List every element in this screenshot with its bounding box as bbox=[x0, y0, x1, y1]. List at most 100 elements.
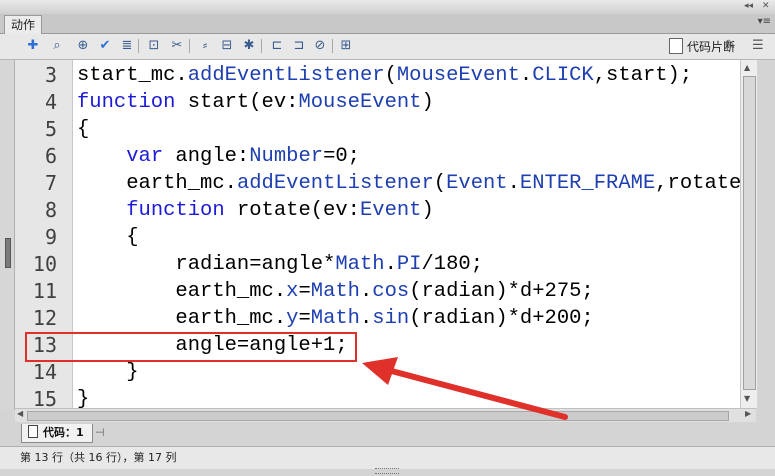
code-token: ENTER_FRAME bbox=[519, 172, 656, 195]
line-number: 9 bbox=[44, 225, 57, 249]
code-token: Event bbox=[359, 199, 422, 222]
tab-actions[interactable]: 动作 bbox=[4, 15, 42, 34]
code-line[interactable]: { bbox=[77, 224, 138, 251]
show-hide-toolbox-icon[interactable]: ⊞ bbox=[337, 37, 355, 55]
code-line[interactable]: function rotate(ev:Event) bbox=[77, 197, 434, 224]
scroll-right-icon[interactable]: ▶ bbox=[745, 409, 751, 418]
apply-line-comment-icon[interactable]: ⊐ bbox=[290, 37, 308, 55]
code-token: start(ev: bbox=[175, 91, 299, 114]
toolbar-divider bbox=[138, 39, 139, 53]
code-line[interactable]: earth_mc.y=Math.sin(radian)*d+200; bbox=[77, 305, 594, 332]
show-code-hint-icon[interactable]: ⊡ bbox=[145, 37, 163, 55]
line-number: 3 bbox=[44, 63, 57, 87]
panel-options-icon[interactable]: ▾≡ bbox=[758, 16, 771, 27]
wand-icon[interactable]: ✎ bbox=[725, 37, 736, 55]
code-token: radian=angle* bbox=[77, 253, 336, 276]
line-number: 12 bbox=[32, 306, 57, 330]
code-token: (radian)*d+200; bbox=[409, 307, 594, 330]
status-bar: 第 13 行（共 16 行），第 17 列 bbox=[0, 446, 775, 469]
code-token: y bbox=[286, 307, 299, 330]
code-token: CLICK bbox=[532, 64, 594, 87]
scroll-left-icon[interactable]: ◀ bbox=[17, 409, 23, 418]
tab-code-label: 代码：1 bbox=[43, 426, 84, 439]
code-token: { bbox=[77, 118, 90, 141]
code-token: earth_mc. bbox=[77, 280, 287, 303]
toolbar-divider bbox=[332, 39, 333, 53]
line-number: 11 bbox=[32, 279, 57, 303]
code-token: ( bbox=[433, 172, 447, 195]
code-token: addEventListener bbox=[187, 64, 385, 87]
line-number: 8 bbox=[44, 198, 57, 222]
close-icon[interactable]: ✕ bbox=[762, 0, 770, 12]
code-line[interactable]: { bbox=[77, 116, 89, 143]
panel-tab-row: 动作 ▾≡ bbox=[0, 14, 775, 34]
code-token: function bbox=[77, 91, 176, 114]
pin-script-icon[interactable]: ⊣ bbox=[95, 426, 105, 439]
code-line[interactable]: start_mc.addEventListener(MouseEvent.CLI… bbox=[77, 62, 692, 89]
code-token: Math bbox=[310, 280, 360, 303]
code-line[interactable]: radian=angle*Math.PI/180; bbox=[77, 251, 483, 278]
vertical-scrollbar[interactable]: ▲ ▼ bbox=[740, 60, 757, 408]
annotation-arrow bbox=[362, 357, 568, 420]
panel-menu-icon[interactable]: ☰ bbox=[752, 37, 764, 55]
collapse-handle[interactable] bbox=[5, 238, 11, 268]
code-token: var bbox=[126, 145, 164, 168]
expand-all-icon[interactable]: ✱ bbox=[240, 37, 258, 55]
line-number: 5 bbox=[44, 117, 57, 141]
code-token: . bbox=[359, 307, 373, 330]
panel-title-bar: ◂◂ ✕ bbox=[0, 0, 775, 15]
code-line[interactable]: } bbox=[77, 386, 89, 410]
code-token: Event bbox=[446, 172, 508, 195]
find-icon[interactable]: ⌕ bbox=[48, 37, 66, 55]
code-line[interactable]: function start(ev:MouseEvent) bbox=[77, 89, 434, 116]
line-number: 6 bbox=[44, 144, 57, 168]
check-syntax-icon[interactable]: ✔ bbox=[96, 37, 114, 55]
cursor-position-status: 第 13 行（共 16 行），第 17 列 bbox=[20, 451, 177, 464]
code-token: start_mc. bbox=[77, 64, 188, 87]
collapse-icon[interactable]: ◂◂ bbox=[744, 0, 753, 12]
scroll-up-icon[interactable]: ▲ bbox=[744, 63, 750, 72]
code-token: ,rotate); bbox=[655, 172, 740, 195]
code-line[interactable]: } bbox=[77, 359, 139, 386]
code-token: cos bbox=[372, 280, 410, 303]
resize-grip[interactable] bbox=[375, 468, 399, 474]
code-token: MouseEvent bbox=[396, 64, 520, 87]
code-token: earth_mc. bbox=[77, 172, 237, 195]
auto-format-icon[interactable]: ≣ bbox=[118, 37, 136, 55]
code-token: ) bbox=[421, 91, 434, 114]
code-token: } bbox=[77, 361, 139, 384]
apply-block-comment-icon[interactable]: ⊏ bbox=[268, 37, 286, 55]
code-token: . bbox=[507, 172, 520, 195]
tab-code-1[interactable]: 代码：1 bbox=[21, 424, 93, 443]
code-token: . bbox=[384, 253, 397, 276]
code-token: function bbox=[126, 199, 225, 222]
code-line[interactable]: earth_mc.addEventListener(Event.ENTER_FR… bbox=[77, 170, 740, 197]
code-token: Math bbox=[335, 253, 385, 276]
left-collapse-strip[interactable] bbox=[0, 60, 15, 410]
line-number: 14 bbox=[32, 360, 57, 384]
actions-toolbar: ✚ ⌕ ⊕ ✔ ≣ ⊡ ✂ ⸗ ⊟ ✱ ⊏ ⊐ ⊘ ⊞ 代码片断 ✎ ☰ bbox=[0, 34, 775, 60]
code-token: sin bbox=[372, 307, 410, 330]
collapse-between-braces-icon[interactable]: ⸗ bbox=[196, 37, 214, 55]
scroll-down-icon[interactable]: ▼ bbox=[744, 394, 750, 403]
code-token: } bbox=[77, 388, 90, 410]
line-number: 7 bbox=[44, 171, 57, 195]
code-token: Math bbox=[310, 307, 360, 330]
insert-target-path-icon[interactable]: ⊕ bbox=[74, 37, 92, 55]
add-statement-icon[interactable]: ✚ bbox=[24, 37, 42, 55]
code-token: Number bbox=[249, 145, 324, 168]
vertical-scroll-thumb[interactable] bbox=[743, 76, 756, 390]
document-icon bbox=[28, 425, 38, 438]
code-line[interactable]: var angle:Number=0; bbox=[77, 143, 360, 170]
debug-options-icon[interactable]: ✂ bbox=[168, 37, 186, 55]
collapse-selection-icon[interactable]: ⊟ bbox=[218, 37, 236, 55]
line-number: 4 bbox=[44, 90, 57, 114]
code-token: MouseEvent bbox=[298, 91, 422, 114]
code-line[interactable]: earth_mc.x=Math.cos(radian)*d+275; bbox=[77, 278, 593, 305]
code-token: ) bbox=[421, 199, 434, 222]
code-token: x bbox=[286, 280, 299, 303]
code-snippets-icon bbox=[668, 38, 683, 54]
remove-comment-icon[interactable]: ⊘ bbox=[311, 37, 329, 55]
code-token: . bbox=[359, 280, 373, 303]
